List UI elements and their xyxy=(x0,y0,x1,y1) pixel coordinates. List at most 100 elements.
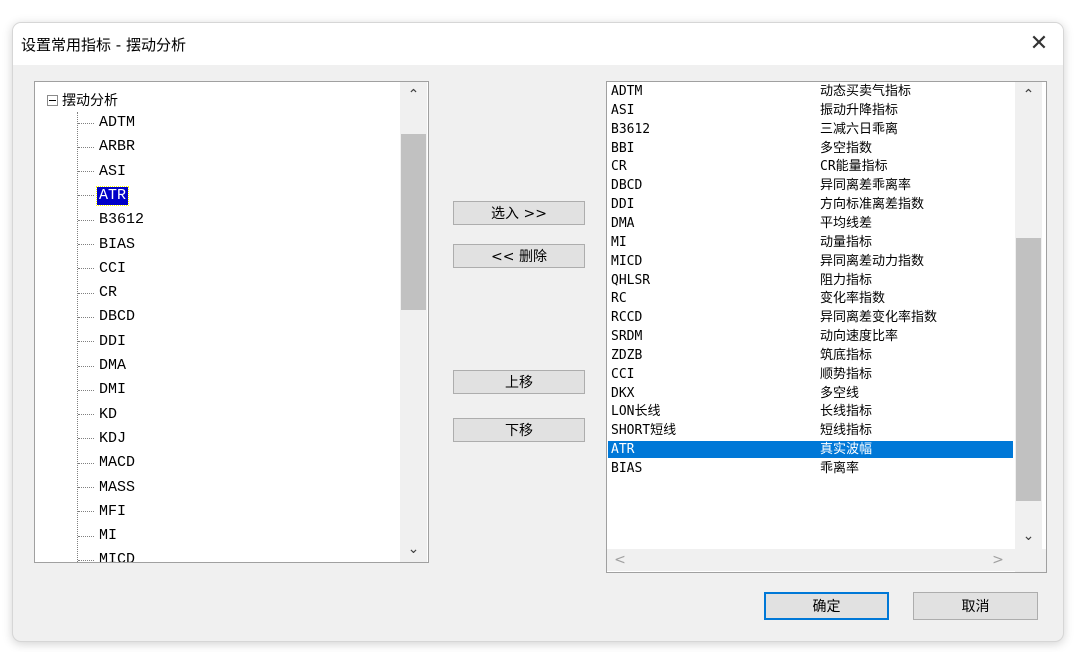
tree-item[interactable]: MACD xyxy=(78,452,137,474)
list-item-code: MI xyxy=(611,234,627,250)
scroll-left-icon[interactable]: < xyxy=(609,549,631,571)
list-item-code: DDI xyxy=(611,197,635,213)
list-item[interactable]: RCCD 异同离差变化率指数 xyxy=(608,309,1013,326)
tree-item[interactable]: ADTM xyxy=(78,112,137,134)
tree-item[interactable]: B3612 xyxy=(78,209,146,231)
list-item-name: 动向速度比率 xyxy=(820,329,899,345)
list-item-name: 筑底指标 xyxy=(820,347,873,363)
tree-item-label: MFI xyxy=(99,502,127,520)
list-item-code: SRDM xyxy=(611,329,643,345)
list-item[interactable]: ATR 真实波幅 xyxy=(608,441,1013,459)
list-item[interactable]: CR CR能量指标 xyxy=(608,158,1013,175)
list-item[interactable]: DDI 方向标准离差指数 xyxy=(608,196,1013,213)
list-item-name: 动态买卖气指标 xyxy=(820,84,912,99)
close-icon[interactable]: ✕ xyxy=(1021,25,1057,61)
list-item-code: ASI xyxy=(611,102,635,118)
indicator-tree[interactable]: 摆动分析 ADTM ARBR ASI ATR B3612 BIAS CCI CR DBCD DDI… xyxy=(34,81,429,563)
tree-item[interactable]: KDJ xyxy=(78,428,128,450)
list-item-code: ADTM xyxy=(611,84,643,99)
list-item[interactable]: ADTM 动态买卖气指标 xyxy=(608,83,1013,100)
tree-item-label: ASI xyxy=(99,162,127,180)
list-item-code: DKX xyxy=(611,385,635,401)
tree-item[interactable]: DDI xyxy=(78,331,128,353)
list-item[interactable]: LON长线 长线指标 xyxy=(608,403,1013,420)
list-item-name: 三减六日乖离 xyxy=(820,121,899,137)
tree-item[interactable]: ASI xyxy=(78,161,128,183)
tree-branch-line xyxy=(78,462,94,464)
tree-item[interactable]: MASS xyxy=(78,477,137,499)
list-item[interactable]: DMA 平均线差 xyxy=(608,215,1013,232)
list-item[interactable]: BIAS 乖离率 xyxy=(608,460,1013,477)
list-item-name: 乖离率 xyxy=(820,461,860,476)
scroll-thumb[interactable] xyxy=(1016,238,1041,501)
move-up-button[interactable]: 上移 xyxy=(453,370,585,394)
remove-button[interactable]: << 删除 xyxy=(453,244,585,268)
tree-branch-line xyxy=(78,122,94,124)
tree-branch-line xyxy=(78,244,94,245)
list-item[interactable]: RC 变化率指数 xyxy=(608,290,1013,307)
scroll-right-icon[interactable]: > xyxy=(987,549,1009,571)
scroll-thumb[interactable] xyxy=(401,134,426,310)
tree-item[interactable]: CR xyxy=(78,282,119,304)
tree-item-label: CCI xyxy=(99,259,127,277)
list-item-name: 异同离差动力指数 xyxy=(820,253,925,269)
list-item-code: DBCD xyxy=(611,178,643,194)
cancel-button[interactable]: 取消 xyxy=(913,592,1038,620)
tree-item[interactable]: DBCD xyxy=(78,306,137,328)
list-item[interactable]: BBI 多空指数 xyxy=(608,140,1013,157)
tree-item[interactable]: MICD xyxy=(78,549,137,562)
list-item[interactable]: ASI 振动升降指标 xyxy=(608,102,1013,119)
tree-item[interactable]: DMA xyxy=(78,355,128,377)
tree-item-label: KD xyxy=(99,405,118,423)
list-item[interactable]: MICD 异同离差动力指数 xyxy=(608,253,1013,270)
list-horizontal-scrollbar[interactable]: < > xyxy=(607,549,1015,571)
list-item-name: 阻力指标 xyxy=(820,272,873,288)
list-item-code: CR xyxy=(611,159,627,175)
tree-item[interactable]: CCI xyxy=(78,258,128,280)
tree-item[interactable]: ATR xyxy=(78,185,130,207)
list-item-code: RCCD xyxy=(611,310,643,326)
tree-vertical-scrollbar[interactable]: ⌃ ⌄ xyxy=(400,82,427,562)
move-down-button[interactable]: 下移 xyxy=(453,418,585,442)
list-item-code: BIAS xyxy=(611,461,643,476)
list-item[interactable]: QHLSR 阻力指标 xyxy=(608,272,1013,289)
list-item-name: 方向标准离差指数 xyxy=(820,197,925,213)
tree-branch-line xyxy=(78,535,94,537)
scroll-up-icon[interactable]: ⌃ xyxy=(1015,82,1042,108)
title-bar[interactable]: 设置常用指标 - 摆动分析 ✕ xyxy=(13,23,1063,65)
tree-branch-line xyxy=(78,341,94,343)
tree-item[interactable]: MI xyxy=(78,525,119,547)
list-item[interactable]: B3612 三减六日乖离 xyxy=(608,121,1013,138)
tree-item-label: ARBR xyxy=(99,138,136,156)
tree-item-label: ATR xyxy=(95,185,130,206)
indicator-settings-dialog: 设置常用指标 - 摆动分析 ✕ 摆动分析 ADTM ARBR ASI ATR B3612… xyxy=(12,22,1064,642)
list-item[interactable]: DKX 多空线 xyxy=(608,385,1013,402)
selected-indicator-list[interactable]: ADTM 动态买卖气指标 ASI 振动升降指标 B3612 三减六日乖离 BBI 多空指数 CR… xyxy=(606,81,1047,573)
tree-item[interactable]: BIAS xyxy=(78,234,137,256)
list-vertical-scrollbar[interactable]: ⌃ ⌄ xyxy=(1015,82,1042,549)
ok-button[interactable]: 确定 xyxy=(764,592,889,620)
tree-item[interactable]: MFI xyxy=(78,501,128,523)
scroll-down-icon[interactable]: ⌄ xyxy=(400,536,427,562)
tree-item[interactable]: DMI xyxy=(78,379,128,401)
list-item-code: ZDZB xyxy=(611,347,643,363)
tree-item[interactable]: KD xyxy=(78,404,119,426)
list-item-name: 多空指数 xyxy=(820,140,873,156)
collapse-icon[interactable] xyxy=(47,94,58,106)
add-button[interactable]: 选入 >> xyxy=(453,201,585,225)
list-item-name: 异同离差变化率指数 xyxy=(820,310,938,326)
list-item[interactable]: DBCD 异同离差乖离率 xyxy=(608,177,1013,194)
tree-item[interactable]: ARBR xyxy=(78,136,137,158)
list-item[interactable]: SRDM 动向速度比率 xyxy=(608,328,1013,345)
list-item-name: 真实波幅 xyxy=(820,442,873,458)
tree-item-label: MICD xyxy=(99,551,136,562)
scroll-down-icon[interactable]: ⌄ xyxy=(1015,523,1042,549)
list-item[interactable]: SHORT短线 短线指标 xyxy=(608,422,1013,439)
list-item[interactable]: MI 动量指标 xyxy=(608,234,1013,251)
scroll-up-icon[interactable]: ⌃ xyxy=(400,82,427,108)
tree-content: 摆动分析 ADTM ARBR ASI ATR B3612 BIAS CCI CR DBCD DDI… xyxy=(35,82,400,562)
list-item[interactable]: CCI 顺势指标 xyxy=(608,366,1013,383)
tree-root-node[interactable]: 摆动分析 xyxy=(47,90,118,110)
list-item[interactable]: ZDZB 筑底指标 xyxy=(608,347,1013,364)
tree-branch-line xyxy=(78,316,94,318)
